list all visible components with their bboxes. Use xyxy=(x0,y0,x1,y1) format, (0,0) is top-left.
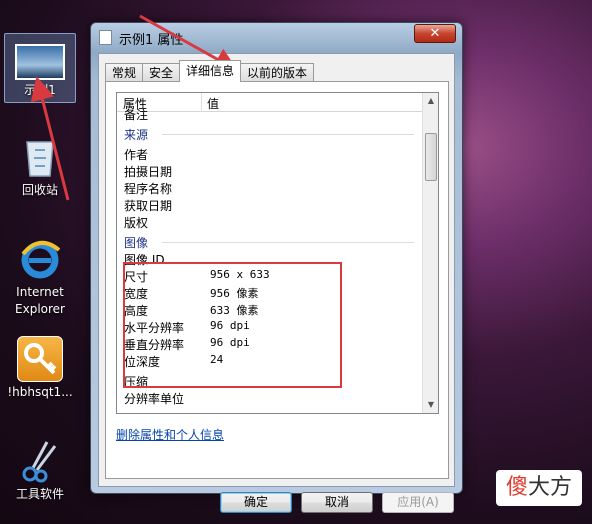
internet-explorer-icon xyxy=(17,236,63,282)
ok-button[interactable]: 确定 xyxy=(220,492,292,513)
list-item[interactable]: 拍摄日期 xyxy=(124,163,172,180)
list-item[interactable]: 版权 xyxy=(124,214,148,231)
tab-strip: 常规 安全 详细信息 以前的版本 xyxy=(105,60,315,82)
cancel-button[interactable]: 取消 xyxy=(301,492,373,513)
desktop-icon-label: 工具软件 xyxy=(15,487,64,501)
desktop-icon-label: !hbhsqt1... xyxy=(7,385,73,399)
property-name: 位深度 xyxy=(124,355,161,369)
group-header-source: 来源 xyxy=(124,126,416,143)
desktop-icon-internet-explorer[interactable]: Internet Explorer xyxy=(4,236,76,318)
group-label: 来源 xyxy=(124,128,149,142)
property-name: 程序名称 xyxy=(124,182,173,196)
property-name: 备注 xyxy=(124,108,149,122)
tab-general[interactable]: 常规 xyxy=(105,63,144,82)
watermark-char: 傻 xyxy=(505,475,528,500)
property-value: 956 像素 xyxy=(210,287,259,300)
desktop-icon-tool-software[interactable]: 工具软件 xyxy=(4,438,76,503)
desktop-icon-label: 示例1 xyxy=(24,83,56,97)
dialog-titlebar[interactable]: 示例1 属性 ✕ xyxy=(91,23,462,53)
list-item[interactable]: 位深度 24 xyxy=(124,353,223,370)
properties-dialog: 示例1 属性 ✕ 常规 安全 详细信息 以前的版本 属性 值 备注 来源 作者 … xyxy=(90,22,463,513)
property-value: 96 dpi xyxy=(210,319,250,332)
vertical-scrollbar[interactable]: ▲ ▼ xyxy=(422,93,438,413)
property-value: 96 dpi xyxy=(210,336,250,349)
list-item[interactable]: 压缩 xyxy=(124,373,148,390)
list-item[interactable]: 分辨率单位 xyxy=(124,390,184,407)
desktop-icon-label: Internet Explorer xyxy=(15,285,65,316)
property-name: 分辨率单位 xyxy=(124,392,185,406)
tab-previous-versions[interactable]: 以前的版本 xyxy=(240,63,315,82)
watermark-logo: 傻大方 xyxy=(496,470,582,506)
property-name: 版权 xyxy=(124,216,149,230)
list-item[interactable]: 获取日期 xyxy=(124,197,172,214)
key-app-icon xyxy=(17,336,63,382)
property-value: 633 像素 xyxy=(210,304,259,317)
dialog-client: 常规 安全 详细信息 以前的版本 属性 值 备注 来源 作者 拍摄日期 程序名称… xyxy=(98,53,455,513)
list-item[interactable]: 程序名称 xyxy=(124,180,172,197)
details-panel: 属性 值 备注 来源 作者 拍摄日期 程序名称 获取日期 版权 图像 图像 ID… xyxy=(105,81,449,479)
desktop-icon-key-app[interactable]: !hbhsqt1... xyxy=(4,336,76,401)
property-name: 宽度 xyxy=(124,287,149,301)
list-item[interactable]: 水平分辨率 96 dpi xyxy=(124,319,250,336)
property-name: 作者 xyxy=(124,148,149,162)
scroll-up-arrow-icon[interactable]: ▲ xyxy=(423,93,438,109)
property-name: 压缩 xyxy=(124,375,149,389)
list-item[interactable]: 垂直分辨率 96 dpi xyxy=(124,336,250,353)
column-header-value[interactable]: 值 xyxy=(207,95,219,112)
property-value: 24 xyxy=(210,353,224,366)
apply-button[interactable]: 应用(A) xyxy=(382,492,454,513)
property-value: 956 x 633 xyxy=(210,268,270,281)
scrollbar-thumb[interactable] xyxy=(425,133,437,181)
scroll-down-arrow-icon[interactable]: ▼ xyxy=(423,397,438,413)
desktop-icon-recycle-bin[interactable]: 回收站 xyxy=(4,134,76,199)
list-item[interactable]: 图像 ID xyxy=(124,251,165,268)
property-name: 获取日期 xyxy=(124,199,173,213)
dialog-title: 示例1 属性 xyxy=(119,33,184,48)
scissors-tool-icon xyxy=(17,438,63,484)
remove-properties-link[interactable]: 删除属性和个人信息 xyxy=(116,426,224,443)
list-header: 属性 值 xyxy=(117,93,423,112)
column-divider[interactable] xyxy=(201,93,202,112)
list-item[interactable]: 宽度 956 像素 xyxy=(124,285,259,302)
property-list[interactable]: 属性 值 备注 来源 作者 拍摄日期 程序名称 获取日期 版权 图像 图像 ID… xyxy=(116,92,439,414)
list-item[interactable]: 高度 633 像素 xyxy=(124,302,259,319)
list-item[interactable]: 尺寸 956 x 633 xyxy=(124,268,270,285)
property-name: 尺寸 xyxy=(124,270,149,284)
property-name: 水平分辨率 xyxy=(124,321,185,335)
tab-security[interactable]: 安全 xyxy=(142,63,181,82)
image-file-icon xyxy=(15,44,65,80)
group-label: 图像 xyxy=(124,236,149,250)
desktop-icon-image-file[interactable]: 示例1 xyxy=(4,33,76,103)
close-button[interactable]: ✕ xyxy=(414,24,456,43)
group-header-image: 图像 xyxy=(124,234,416,251)
document-icon xyxy=(99,30,112,45)
list-item[interactable]: 备注 xyxy=(124,106,148,123)
desktop-icon-label: 回收站 xyxy=(21,183,58,197)
property-name: 垂直分辨率 xyxy=(124,338,185,352)
property-name: 图像 ID xyxy=(124,253,165,267)
tab-details[interactable]: 详细信息 xyxy=(179,60,242,82)
property-name: 高度 xyxy=(124,304,149,318)
watermark-text: 大方 xyxy=(528,475,573,500)
recycle-bin-icon xyxy=(17,134,63,180)
list-item[interactable]: 作者 xyxy=(124,146,148,163)
property-name: 拍摄日期 xyxy=(124,165,173,179)
